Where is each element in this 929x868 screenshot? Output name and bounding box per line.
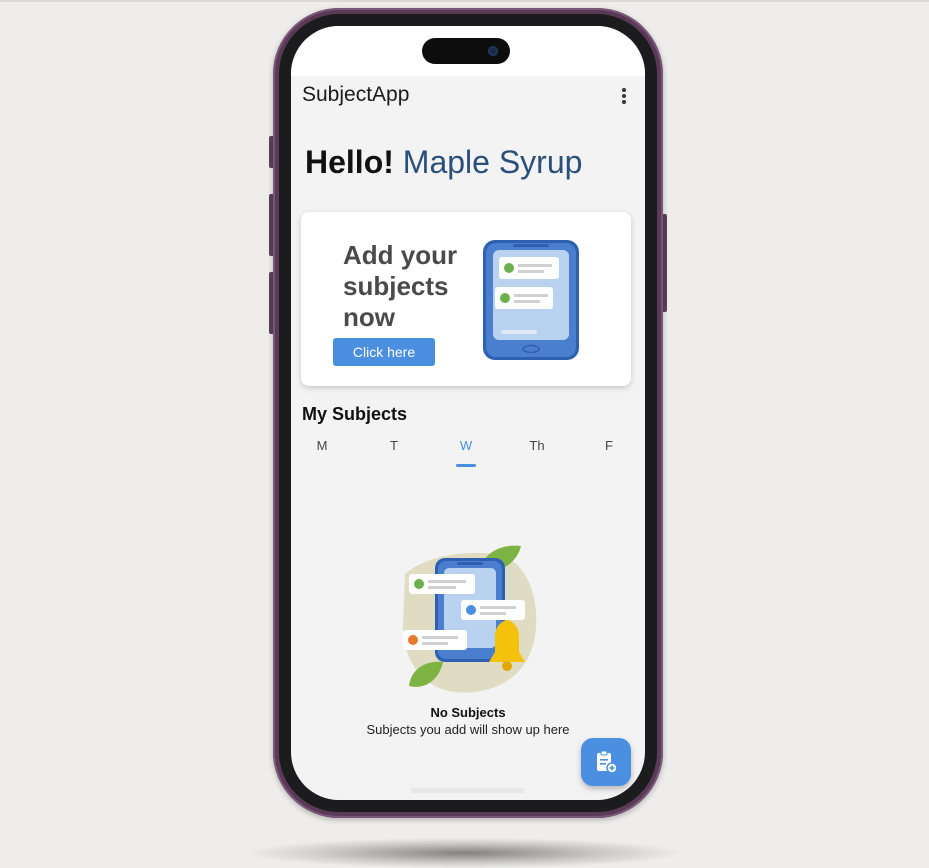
empty-state-subtitle: Subjects you add will show up here [366, 722, 570, 737]
add-clipboard-icon [597, 750, 618, 774]
my-subjects-heading: My Subjects [302, 404, 408, 424]
home-indicator [411, 788, 525, 793]
active-tab-indicator [456, 464, 476, 467]
greeting: Hello! Maple Syrup [305, 144, 582, 181]
phone-screen: SubjectApp Hello! Maple Syrup Add your s… [291, 26, 645, 800]
top-border [0, 0, 929, 2]
app-bar: SubjectApp [291, 76, 645, 118]
tab-tuesday[interactable]: T [374, 438, 414, 453]
camera-icon [488, 46, 498, 56]
empty-subjects-illustration-icon [403, 545, 537, 693]
click-here-button[interactable]: Click here [333, 338, 435, 366]
day-tabs: M T W Th F [291, 434, 645, 470]
tab-monday[interactable]: M [302, 438, 342, 453]
greeting-hello: Hello! [305, 144, 394, 180]
phone-illustration-icon [483, 240, 579, 360]
card-headline: Add your subjects now [343, 240, 458, 332]
tab-friday[interactable]: F [589, 438, 629, 453]
tab-wednesday[interactable]: W [446, 438, 486, 453]
empty-state-title: No Subjects [430, 705, 506, 720]
phone-frame: SubjectApp Hello! Maple Syrup Add your s… [273, 8, 663, 818]
dynamic-island [422, 38, 510, 64]
add-subject-fab[interactable] [581, 738, 631, 786]
phone-floor-shadow [250, 838, 680, 868]
add-subjects-card: Add your subjects now Click here [301, 212, 631, 386]
tab-thursday[interactable]: Th [517, 438, 557, 453]
more-vert-icon[interactable] [617, 86, 631, 106]
app-title: SubjectApp [302, 83, 410, 106]
greeting-user-name: Maple Syrup [402, 144, 583, 180]
status-bar [291, 26, 645, 76]
